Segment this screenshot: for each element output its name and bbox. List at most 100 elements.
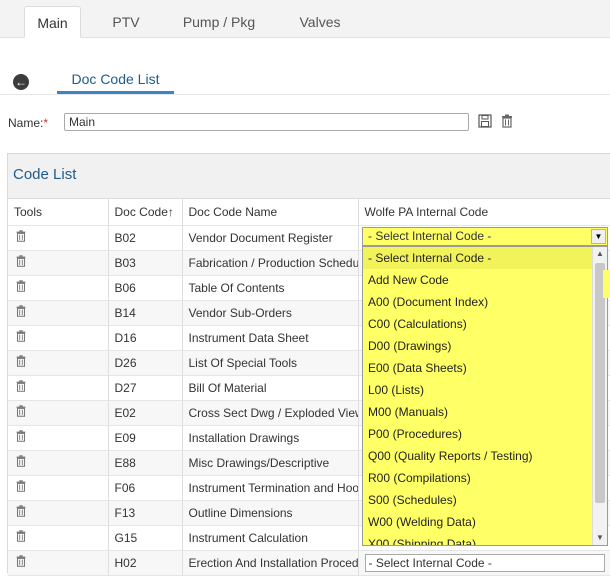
internal-code-select-value: - Select Internal Code -: [368, 229, 492, 243]
doc-code-cell: D26: [108, 350, 183, 376]
tab-pump-pkg[interactable]: Pump / Pkg: [168, 6, 270, 38]
doc-code-name-cell: Bill Of Material: [182, 375, 359, 401]
tab-doc-code-list[interactable]: Doc Code List: [57, 65, 174, 94]
dropdown-option[interactable]: L00 (Lists): [363, 379, 607, 401]
tools-cell: [8, 500, 109, 526]
tools-cell: [8, 400, 109, 426]
chevron-down-icon[interactable]: ▼: [591, 229, 606, 244]
doc-code-name-cell: Fabrication / Production Schedul: [182, 250, 359, 276]
dropdown-option[interactable]: P00 (Procedures): [363, 423, 607, 445]
doc-code-cell: F06: [108, 475, 183, 501]
delete-row-trash-icon[interactable]: [14, 529, 28, 546]
doc-code-cell: D16: [108, 325, 183, 351]
tools-cell: [8, 325, 109, 351]
delete-row-trash-icon[interactable]: [14, 454, 28, 471]
tools-cell: [8, 275, 109, 301]
doc-code-header-label: Doc Code: [114, 204, 168, 219]
tab-ptv[interactable]: PTV: [96, 6, 156, 38]
code-list-title: Code List: [13, 166, 77, 183]
doc-code-name-cell: List Of Special Tools: [182, 350, 359, 376]
tools-cell: [8, 225, 109, 251]
delete-row-trash-icon[interactable]: [14, 479, 28, 496]
doc-code-cell: H02: [108, 550, 183, 576]
doc-code-cell: E02: [108, 400, 183, 426]
dropdown-option[interactable]: A00 (Document Index): [363, 291, 607, 313]
dropdown-option[interactable]: M00 (Manuals): [363, 401, 607, 423]
back-arrow-icon[interactable]: ←: [13, 74, 29, 90]
column-header-internal-code: Wolfe PA Internal Code: [358, 199, 610, 226]
doc-code-cell: B14: [108, 300, 183, 326]
doc-code-name-cell: Erection And Installation Proced: [182, 550, 359, 576]
dropdown-option[interactable]: X00 (Shipping Data): [363, 533, 607, 545]
delete-row-trash-icon[interactable]: [14, 379, 28, 396]
doc-code-cell: G15: [108, 525, 183, 551]
top-tab-bar: Main PTV Pump / Pkg Valves: [0, 0, 610, 38]
scroll-up-icon[interactable]: ▲: [593, 247, 607, 261]
delete-row-trash-icon[interactable]: [14, 229, 28, 246]
doc-code-cell: B06: [108, 275, 183, 301]
column-header-doc-code-name: Doc Code Name: [182, 199, 359, 226]
dropdown-option[interactable]: D00 (Drawings): [363, 335, 607, 357]
dropdown-option[interactable]: Add New Code: [363, 269, 607, 291]
doc-code-cell: B02: [108, 225, 183, 251]
dropdown-option[interactable]: E00 (Data Sheets): [363, 357, 607, 379]
doc-code-name-cell: Vendor Sub-Orders: [182, 300, 359, 326]
doc-code-cell: E88: [108, 450, 183, 476]
name-label-text: Name:: [8, 116, 44, 130]
internal-code-select[interactable]: - Select Internal Code - ▼: [362, 227, 608, 246]
save-icon[interactable]: [477, 113, 493, 129]
doc-code-cell: D27: [108, 375, 183, 401]
sort-ascending-icon: ↑: [167, 204, 174, 219]
doc-code-cell: F13: [108, 500, 183, 526]
offscreen-highlight-edge: [603, 270, 610, 298]
column-header-doc-code[interactable]: Doc Code↑: [108, 199, 183, 226]
tools-cell: [8, 350, 109, 376]
scroll-down-icon[interactable]: ▼: [593, 531, 607, 545]
doc-code-name-cell: Installation Drawings: [182, 425, 359, 451]
delete-row-trash-icon[interactable]: [14, 329, 28, 346]
tools-cell: [8, 250, 109, 276]
dropdown-option[interactable]: - Select Internal Code -: [363, 247, 607, 269]
tools-cell: [8, 450, 109, 476]
doc-code-cell: E09: [108, 425, 183, 451]
doc-code-name-cell: Outline Dimensions: [182, 500, 359, 526]
doc-code-cell: B03: [108, 250, 183, 276]
required-marker: *: [43, 116, 49, 130]
column-header-tools: Tools: [8, 199, 109, 226]
dropdown-option[interactable]: W00 (Welding Data): [363, 511, 607, 533]
trash-icon[interactable]: [499, 113, 515, 129]
tab-valves[interactable]: Valves: [282, 6, 358, 38]
delete-row-trash-icon[interactable]: [14, 554, 28, 571]
delete-row-trash-icon[interactable]: [14, 404, 28, 421]
tab-main[interactable]: Main: [24, 6, 81, 38]
doc-code-name-cell: Table Of Contents: [182, 275, 359, 301]
subnav-divider: [0, 94, 610, 95]
doc-code-name-cell: Instrument Data Sheet: [182, 325, 359, 351]
dropdown-option[interactable]: C00 (Calculations): [363, 313, 607, 335]
doc-code-name-cell: Instrument Calculation: [182, 525, 359, 551]
scrollbar-thumb[interactable]: [595, 263, 605, 503]
internal-code-options: - Select Internal Code - Add New Code A00 …: [362, 246, 608, 546]
tools-cell: [8, 475, 109, 501]
internal-code-select[interactable]: - Select Internal Code -: [364, 553, 605, 572]
delete-row-trash-icon[interactable]: [14, 354, 28, 371]
doc-code-name-cell: Instrument Termination and Hoo: [182, 475, 359, 501]
tools-cell: [8, 375, 109, 401]
name-input[interactable]: [64, 113, 469, 131]
delete-row-trash-icon[interactable]: [14, 279, 28, 296]
doc-code-name-cell: Misc Drawings/Descriptive: [182, 450, 359, 476]
delete-row-trash-icon[interactable]: [14, 254, 28, 271]
delete-row-trash-icon[interactable]: [14, 304, 28, 321]
doc-code-name-cell: Cross Sect Dwg / Exploded View: [182, 400, 359, 426]
tools-cell: [8, 300, 109, 326]
delete-row-trash-icon[interactable]: [14, 504, 28, 521]
name-label: Name:*: [8, 116, 48, 130]
dropdown-option[interactable]: S00 (Schedules): [363, 489, 607, 511]
delete-row-trash-icon[interactable]: [14, 429, 28, 446]
internal-code-cell: - Select Internal Code -: [358, 550, 610, 576]
dropdown-option[interactable]: Q00 (Quality Reports / Testing): [363, 445, 607, 467]
dropdown-option[interactable]: R00 (Compilations): [363, 467, 607, 489]
table-row: H02 Erection And Installation Proced - Sel…: [8, 550, 610, 576]
tools-cell: [8, 525, 109, 551]
doc-code-name-cell: Vendor Document Register: [182, 225, 359, 251]
